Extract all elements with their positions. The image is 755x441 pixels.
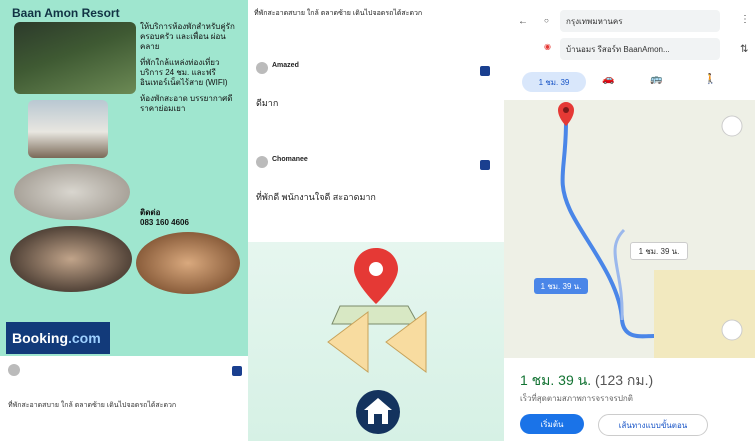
facebook-icon[interactable] bbox=[480, 160, 490, 170]
resort-photo-exterior bbox=[14, 22, 136, 94]
home-icon[interactable] bbox=[248, 242, 504, 441]
origin-input[interactable]: กรุงเทพมหานคร bbox=[560, 10, 720, 32]
review-text: ที่พักสะอาดสบาย ใกล้ ตลาดซ้าย เดินไปจอดร… bbox=[8, 402, 177, 409]
trip-summary: 1 ชม. 39 น. (123 กม.) bbox=[520, 370, 653, 392]
route-line bbox=[558, 102, 755, 358]
avatar bbox=[256, 62, 268, 74]
back-arrow-icon[interactable]: ← bbox=[518, 16, 528, 27]
resort-description: ให้บริการห้องพักสำหรับคู่รัก ครอบครัว แล… bbox=[140, 22, 240, 120]
alt-route-label[interactable]: 1 ชม. 39 น. bbox=[630, 242, 688, 260]
trip-duration: 1 ชม. 39 น. bbox=[520, 372, 592, 388]
booking-logo[interactable]: Booking .com bbox=[6, 322, 110, 354]
desc-line: ให้บริการห้องพักสำหรับคู่รัก ครอบครัว แล… bbox=[140, 22, 235, 51]
contact-label: ติดต่อ bbox=[140, 208, 161, 217]
desc-line: ที่พักใกล้แหล่งท่องเที่ยว บริการ 24 ชม. … bbox=[140, 58, 228, 87]
transit-icon[interactable]: 🚌 bbox=[650, 74, 662, 85]
facebook-icon[interactable] bbox=[480, 66, 490, 76]
reviews-panel: ที่พักสะอาดสบาย ใกล้ ตลาดซ้าย เดินไปจอดร… bbox=[248, 0, 504, 441]
walk-icon[interactable]: 🚶 bbox=[704, 74, 716, 85]
desc-line: ห้องพักสะอาด บรรยากาศดี ราคาย่อมเยา bbox=[140, 94, 233, 113]
reviewer-name: Amazed bbox=[272, 62, 299, 69]
resort-contact: ติดต่อ 083 160 4606 bbox=[140, 208, 189, 228]
more-options-icon[interactable]: ⋮ bbox=[740, 14, 750, 25]
resort-photo-room bbox=[14, 164, 130, 220]
destination-pin-icon: ◉ bbox=[544, 42, 551, 51]
swap-icon[interactable]: ⇅ bbox=[740, 44, 748, 55]
destination-input[interactable]: บ้านอมร รีสอร์ท BaanAmon... bbox=[560, 38, 720, 60]
avatar bbox=[8, 364, 20, 376]
trip-distance: (123 กม.) bbox=[595, 372, 654, 388]
review-body: ดีมาก bbox=[256, 98, 279, 108]
route-time-label[interactable]: 1 ชม. 39 น. bbox=[534, 278, 588, 294]
mode-time: 1 ชม. 39 bbox=[538, 77, 570, 87]
navigation-banner bbox=[248, 242, 504, 441]
mode-drive-tab[interactable]: 1 ชม. 39 bbox=[522, 72, 586, 92]
resort-ad-panel: Baan Amon Resort ให้บริการห้องพักสำหรับค… bbox=[0, 0, 248, 441]
steps-button[interactable]: เส้นทางแบบขั้นตอน bbox=[598, 414, 708, 436]
review-text: ที่พักสะอาดสบาย ใกล้ ตลาดซ้าย เดินไปจอดร… bbox=[254, 10, 423, 17]
booking-brand: Booking bbox=[12, 330, 68, 346]
resort-photo-bedroom bbox=[136, 232, 240, 294]
resort-photo-building bbox=[28, 100, 108, 158]
trip-subtitle: เร็วที่สุดตามสภาพการจราจรปกติ bbox=[520, 394, 633, 403]
reviewer-name: Chomanee bbox=[272, 156, 308, 163]
review-body: ที่พักดี พนักงานใจดี สะอาดมาก bbox=[256, 192, 376, 202]
origin-dot-icon: ○ bbox=[544, 16, 549, 25]
car-icon[interactable]: 🚗 bbox=[602, 74, 614, 85]
booking-suffix: .com bbox=[68, 330, 101, 346]
start-button[interactable]: เริ่มต้น bbox=[520, 414, 584, 434]
resort-title: Baan Amon Resort bbox=[12, 6, 120, 20]
review-card: ที่พักสะอาดสบาย ใกล้ ตลาดซ้าย เดินไปจอดร… bbox=[0, 356, 248, 441]
avatar bbox=[256, 156, 268, 168]
facebook-icon[interactable] bbox=[232, 366, 242, 376]
resort-photo-interior bbox=[10, 226, 132, 292]
contact-phone: 083 160 4606 bbox=[140, 218, 189, 227]
map-view[interactable]: 1 ชม. 39 น. 1 ชม. 39 น. bbox=[504, 100, 755, 358]
map-directions-panel: ← ○ กรุงเทพมหานคร ⋮ ◉ บ้านอมร รีสอร์ท Ba… bbox=[504, 0, 755, 441]
